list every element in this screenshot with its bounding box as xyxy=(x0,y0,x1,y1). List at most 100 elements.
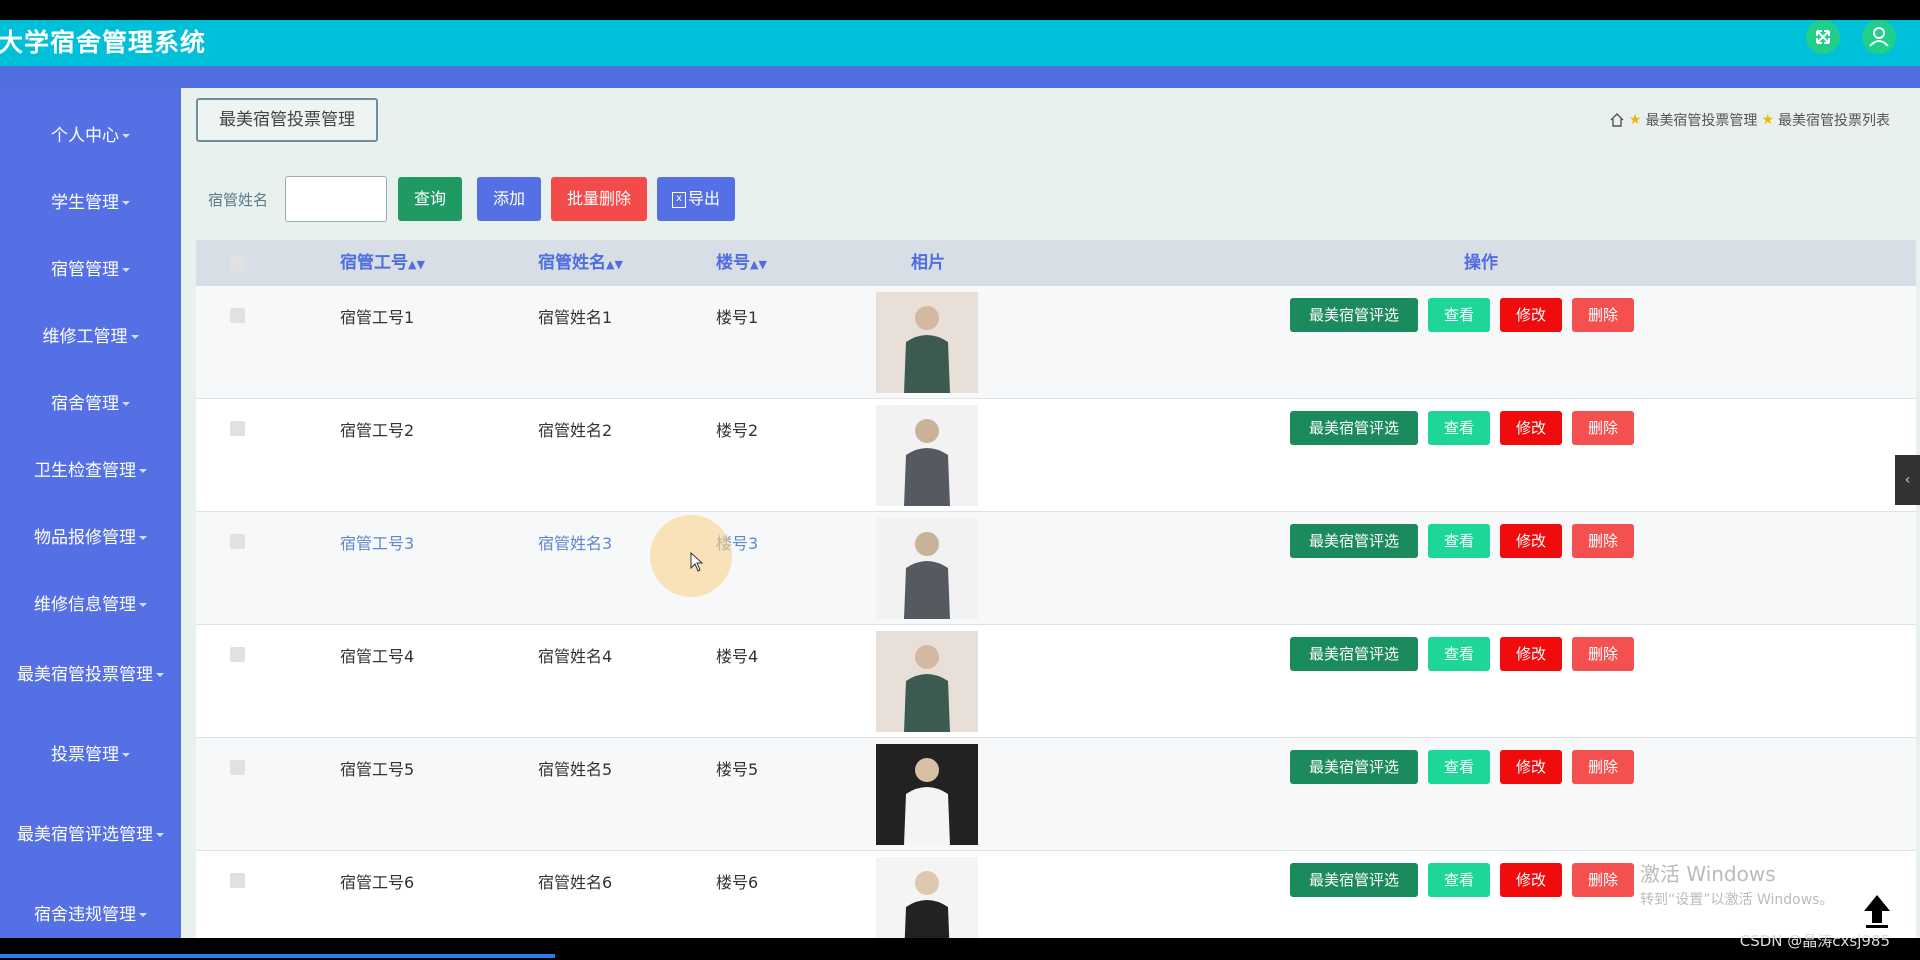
column-header-id[interactable]: 宿管工号▲▼ xyxy=(340,240,425,288)
header-label: 楼号 xyxy=(716,253,750,273)
cell-building: 楼号5 xyxy=(716,760,759,779)
sidebar-item-label: 维修信息管理 xyxy=(34,595,136,615)
column-header-building[interactable]: 楼号▲▼ xyxy=(716,240,767,288)
cell-id: 宿管工号5 xyxy=(340,760,415,779)
sidebar-item-managers[interactable]: 宿管管理 xyxy=(0,258,181,282)
row-checkbox[interactable] xyxy=(230,647,245,662)
chevron-down-icon xyxy=(122,402,130,406)
video-progress-bar[interactable] xyxy=(0,954,555,958)
edit-button[interactable]: 修改 xyxy=(1500,637,1562,671)
sidebar-item-students[interactable]: 学生管理 xyxy=(0,191,181,215)
screen: 大学宿舍管理系统 个人中心 学生管理 宿管管理 维修工管理 宿舍管理 卫生检查管… xyxy=(0,0,1920,960)
user-icon[interactable] xyxy=(1862,20,1896,54)
search-label: 宿管姓名 xyxy=(208,191,269,209)
cell-id: 宿管工号4 xyxy=(340,647,415,666)
sidebar-item-label: 宿舍违规管理 xyxy=(34,905,136,925)
export-button[interactable]: x 导出 xyxy=(657,177,735,221)
manager-name-search-input[interactable] xyxy=(285,176,387,222)
row-checkbox[interactable] xyxy=(230,421,245,436)
main-content: 最美宿管投票管理 ★ 最美宿管投票管理 ★ 最美宿管投票列表 宿管姓名 查询 添… xyxy=(181,88,1920,938)
cell-id: 宿管工号1 xyxy=(340,308,415,327)
watermark-line2: 转到“设置”以激活 Windows。 xyxy=(1640,892,1834,908)
sidebar-item-hygiene[interactable]: 卫生检查管理 xyxy=(0,459,181,483)
delete-button[interactable]: 删除 xyxy=(1572,411,1634,445)
table-row: 宿管工号3 宿管姓名3 楼号3 最美宿管评选 查看 修改 删除 xyxy=(196,512,1916,625)
sidebar-item-dormitories[interactable]: 宿舍管理 xyxy=(0,392,181,416)
view-button[interactable]: 查看 xyxy=(1428,524,1490,558)
mouse-cursor-icon xyxy=(690,552,704,572)
sidebar-item-votes[interactable]: 投票管理 xyxy=(0,743,181,767)
chevron-down-icon xyxy=(139,913,147,917)
sidebar-item-violations[interactable]: 宿舍违规管理 xyxy=(0,903,181,927)
edit-button[interactable]: 修改 xyxy=(1500,863,1562,897)
sidebar-item-repair-info[interactable]: 维修信息管理 xyxy=(0,593,181,617)
sidebar-item-label: 最美宿管投票管理 xyxy=(17,665,153,685)
row-checkbox[interactable] xyxy=(230,873,245,888)
manager-photo xyxy=(876,744,978,845)
header-label: 宿管工号 xyxy=(340,253,408,273)
best-manager-select-button[interactable]: 最美宿管评选 xyxy=(1290,637,1418,671)
view-button[interactable]: 查看 xyxy=(1428,298,1490,332)
query-button[interactable]: 查询 xyxy=(398,177,462,221)
delete-button[interactable]: 删除 xyxy=(1572,750,1634,784)
back-to-top-icon[interactable] xyxy=(1862,893,1892,929)
csdn-credit: CSDN @晶涛cxsj985 xyxy=(1739,932,1890,950)
page-title: 最美宿管投票管理 xyxy=(196,98,378,142)
chevron-down-icon xyxy=(122,201,130,205)
sidebar-item-label: 投票管理 xyxy=(51,745,119,765)
table-row: 宿管工号4 宿管姓名4 楼号4 最美宿管评选 查看 修改 删除 xyxy=(196,625,1916,738)
sidebar-item-label: 宿舍管理 xyxy=(51,394,119,414)
view-button[interactable]: 查看 xyxy=(1428,637,1490,671)
sidebar-item-best-manager-vote[interactable]: 最美宿管投票管理 xyxy=(0,663,181,687)
best-manager-select-button[interactable]: 最美宿管评选 xyxy=(1290,524,1418,558)
home-icon[interactable] xyxy=(1609,112,1625,128)
fullscreen-icon[interactable] xyxy=(1806,20,1840,54)
sidebar: 个人中心 学生管理 宿管管理 维修工管理 宿舍管理 卫生检查管理 物品报修管理 … xyxy=(0,88,181,938)
sidebar-item-best-manager-selection[interactable]: 最美宿管评选管理 xyxy=(0,823,181,847)
edit-button[interactable]: 修改 xyxy=(1500,750,1562,784)
cell-building: 楼号4 xyxy=(716,647,759,666)
watermark-line1: 激活 Windows xyxy=(1640,862,1776,886)
chevron-down-icon xyxy=(130,335,139,339)
delete-button[interactable]: 删除 xyxy=(1572,863,1634,897)
best-manager-select-button[interactable]: 最美宿管评选 xyxy=(1290,298,1418,332)
column-header-photo: 相片 xyxy=(911,253,945,273)
add-button[interactable]: 添加 xyxy=(477,177,541,221)
table-row: 宿管工号1 宿管姓名1 楼号1 最美宿管评选 查看 修改 删除 xyxy=(196,286,1916,399)
windows-watermark: 激活 Windows 转到“设置”以激活 Windows。 xyxy=(1640,858,1833,909)
edit-button[interactable]: 修改 xyxy=(1500,411,1562,445)
row-checkbox[interactable] xyxy=(230,534,245,549)
sidebar-item-item-repair[interactable]: 物品报修管理 xyxy=(0,526,181,550)
delete-button[interactable]: 删除 xyxy=(1572,524,1634,558)
select-all-checkbox[interactable] xyxy=(230,256,245,271)
cell-name: 宿管姓名1 xyxy=(538,308,613,327)
sidebar-item-label: 学生管理 xyxy=(51,193,119,213)
edit-button[interactable]: 修改 xyxy=(1500,524,1562,558)
manager-photo xyxy=(876,857,978,938)
view-button[interactable]: 查看 xyxy=(1428,863,1490,897)
cell-id: 宿管工号6 xyxy=(340,873,415,892)
star-icon: ★ xyxy=(1628,112,1642,128)
view-button[interactable]: 查看 xyxy=(1428,750,1490,784)
column-header-name[interactable]: 宿管姓名▲▼ xyxy=(538,240,623,288)
sidebar-item-label: 个人中心 xyxy=(51,126,119,146)
delete-button[interactable]: 删除 xyxy=(1572,637,1634,671)
best-manager-select-button[interactable]: 最美宿管评选 xyxy=(1290,863,1418,897)
breadcrumb-item[interactable]: 最美宿管投票管理 xyxy=(1645,110,1757,130)
best-manager-select-button[interactable]: 最美宿管评选 xyxy=(1290,411,1418,445)
sidebar-item-personal-center[interactable]: 个人中心 xyxy=(0,124,181,148)
batch-delete-button[interactable]: 批量删除 xyxy=(551,177,647,221)
best-manager-select-button[interactable]: 最美宿管评选 xyxy=(1290,750,1418,784)
row-checkbox[interactable] xyxy=(230,308,245,323)
star-icon: ★ xyxy=(1761,112,1774,128)
delete-button[interactable]: 删除 xyxy=(1572,298,1634,332)
header-label: 宿管姓名 xyxy=(538,253,606,273)
manager-photo xyxy=(876,292,978,393)
collapse-panel-tab[interactable]: ‹ xyxy=(1895,455,1920,505)
sidebar-item-repairmen[interactable]: 维修工管理 xyxy=(0,325,181,349)
view-button[interactable]: 查看 xyxy=(1428,411,1490,445)
sidebar-item-label: 维修工管理 xyxy=(42,327,128,347)
edit-button[interactable]: 修改 xyxy=(1500,298,1562,332)
chevron-down-icon xyxy=(139,603,147,607)
row-checkbox[interactable] xyxy=(230,760,245,775)
